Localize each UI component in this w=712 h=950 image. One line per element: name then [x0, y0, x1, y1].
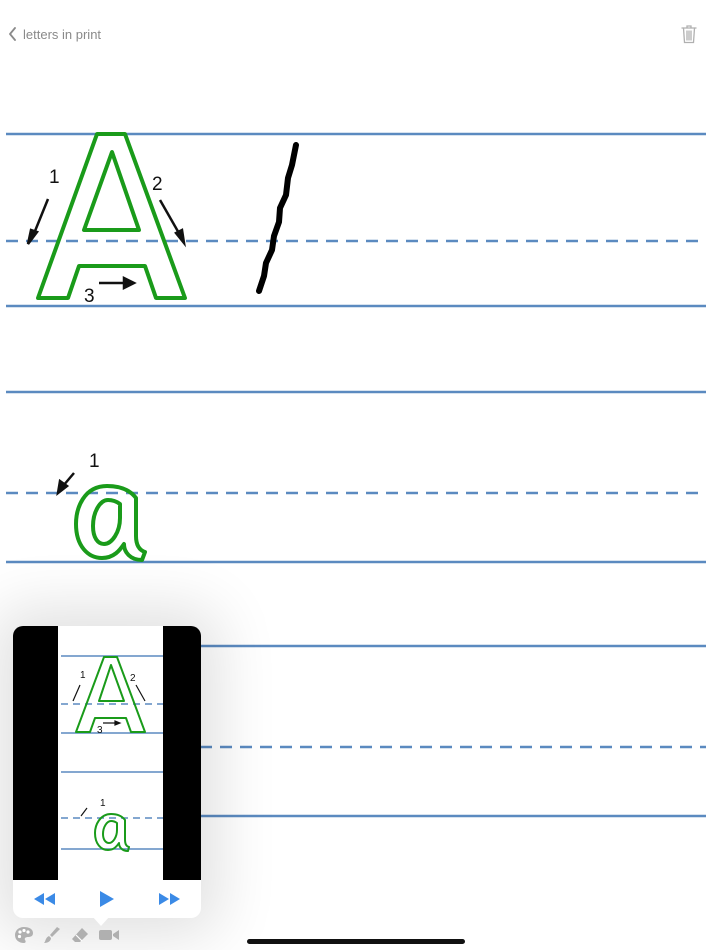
rewind-icon: [34, 893, 56, 905]
fast-forward-button[interactable]: [158, 893, 180, 905]
guide-letter-lowercase-a: 1: [56, 451, 147, 562]
step-number-3: 3: [84, 286, 95, 307]
brush-icon: [44, 927, 60, 943]
play-button[interactable]: [99, 891, 115, 907]
brush-button[interactable]: [42, 926, 62, 944]
eraser-button[interactable]: [70, 926, 90, 944]
video-button[interactable]: [98, 926, 120, 944]
play-icon: [99, 891, 114, 907]
video-camera-icon: [99, 930, 119, 940]
eraser-icon: [72, 928, 88, 942]
home-indicator: [247, 939, 465, 944]
rewind-button[interactable]: [34, 893, 56, 905]
preview-step-3: 3: [97, 725, 103, 736]
step-number-2: 2: [152, 174, 163, 195]
stroke-order-video-panel: 1 2 3 1: [13, 626, 201, 918]
preview-step-1: 1: [80, 670, 86, 681]
playback-controls: [13, 880, 201, 918]
stroke-order-preview[interactable]: 1 2 3 1: [13, 626, 201, 880]
preview-step-2: 2: [130, 673, 136, 684]
step-number-1-lowercase: 1: [89, 451, 100, 472]
fast-forward-icon: [158, 893, 180, 905]
palette-icon: [15, 927, 33, 943]
drawing-toolbar: [14, 925, 120, 945]
preview-step-1-lowercase: 1: [100, 798, 106, 809]
palette-button[interactable]: [14, 926, 34, 944]
guide-letter-uppercase-a: 1 2 3: [26, 132, 187, 307]
drawn-stroke: [256, 142, 299, 294]
step-number-1: 1: [49, 167, 60, 188]
